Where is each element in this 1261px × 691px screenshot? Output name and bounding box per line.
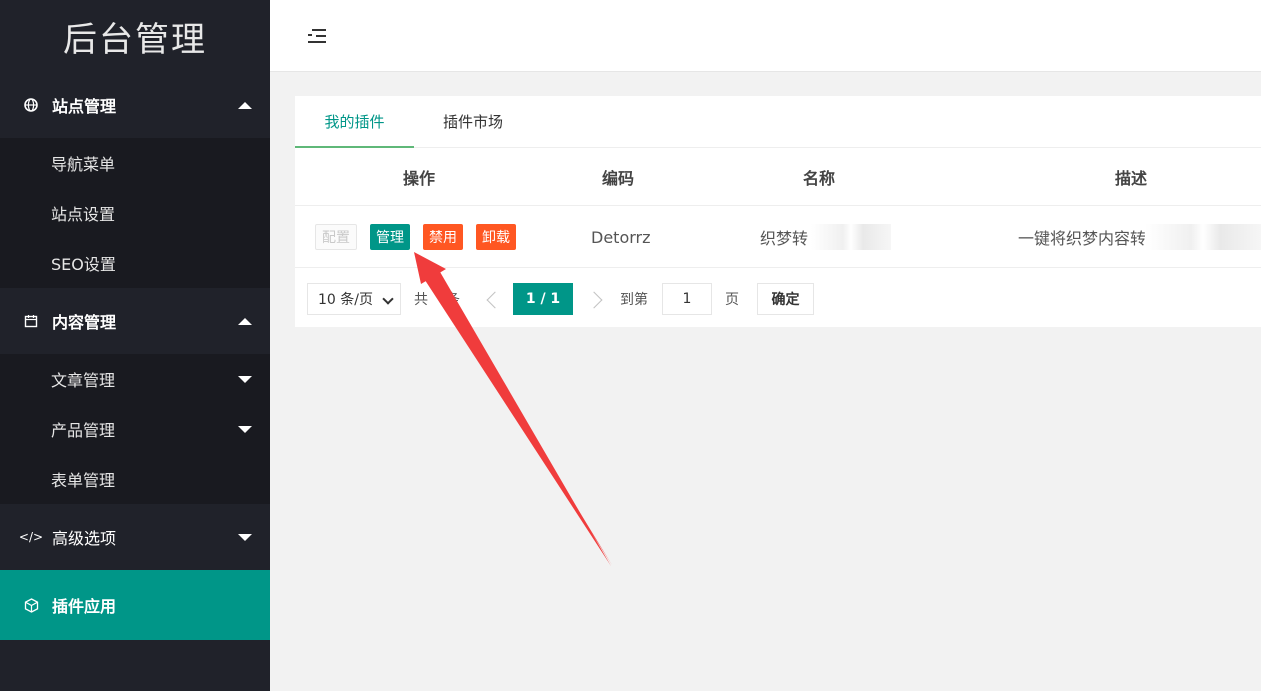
total-suffix: 条 [446, 292, 460, 308]
chevron-down-icon [382, 293, 394, 305]
goto-page-input[interactable]: 1 [662, 283, 712, 315]
table-row: 配置 管理 禁用 卸载 Detorrz 织梦转 一键将织梦内容转 [295, 206, 1261, 268]
pagination: 10 条/页 共 条 1 / 1 到第 1 页 确定 [295, 269, 1261, 327]
sidebar-item-nav-menu[interactable]: 导航菜单 [0, 138, 270, 188]
col-code: 编码 [602, 169, 635, 188]
name-cell: 织梦转 [760, 229, 809, 248]
sidebar: 后台管理 站点管理 导航菜单 站点设置 SEO设置 内容管理 文章管理 产品管理… [0, 0, 270, 691]
confirm-button[interactable]: 确定 [757, 283, 814, 315]
code-cell: Detorrz [591, 227, 651, 247]
plugin-card: 我的插件 插件市场 操作 编码 名称 描述 配置 管理 禁用 卸载 Detorr… [295, 96, 1261, 327]
config-button[interactable]: 配置 [315, 224, 357, 250]
globe-icon [20, 97, 42, 113]
page-size-select[interactable]: 10 条/页 [307, 283, 401, 315]
chevron-down-icon [238, 533, 252, 541]
menu-fold-icon[interactable] [308, 28, 328, 44]
sidebar-item-products[interactable]: 产品管理 [0, 404, 270, 454]
description-cell: 一键将织梦内容转 [1018, 229, 1147, 248]
prev-page-icon[interactable] [486, 291, 504, 309]
sidebar-item-seo-settings[interactable]: SEO设置 [0, 238, 270, 288]
sidebar-group-label: 插件应用 [52, 597, 117, 616]
sidebar-group-label: 内容管理 [52, 313, 117, 332]
current-page-button[interactable]: 1 / 1 [513, 283, 573, 315]
logo: 后台管理 [63, 19, 207, 60]
total-prefix: 共 [414, 292, 428, 308]
col-description: 描述 [1115, 169, 1148, 188]
tab-plugin-market[interactable]: 插件市场 [414, 95, 532, 147]
disable-button[interactable]: 禁用 [423, 224, 463, 250]
sidebar-group-plugins[interactable]: 插件应用 [0, 570, 270, 640]
cube-icon [20, 597, 42, 613]
tab-bar: 我的插件 插件市场 [295, 96, 1261, 148]
manage-button[interactable]: 管理 [370, 224, 410, 250]
col-actions: 操作 [403, 169, 436, 188]
calendar-icon [20, 313, 42, 329]
blurred-region [1145, 224, 1261, 250]
submenu-site: 导航菜单 站点设置 SEO设置 [0, 138, 270, 288]
blurred-region [811, 224, 891, 250]
sidebar-group-label: 站点管理 [52, 97, 117, 116]
tab-my-plugins[interactable]: 我的插件 [295, 95, 414, 148]
action-cell: 配置 管理 禁用 卸载 [315, 206, 516, 268]
next-page-icon[interactable] [585, 291, 603, 309]
sidebar-group-content[interactable]: 内容管理 [0, 288, 270, 354]
submenu-content: 文章管理 产品管理 表单管理 [0, 354, 270, 504]
goto-label: 到第 [620, 292, 648, 308]
sidebar-group-advanced[interactable]: </> 高级选项 [0, 504, 270, 570]
code-icon: </> [18, 530, 44, 544]
sidebar-group-site[interactable]: 站点管理 [0, 72, 270, 138]
sidebar-group-label: 高级选项 [52, 529, 117, 548]
chevron-down-icon [238, 425, 252, 433]
chevron-up-icon [238, 101, 252, 109]
col-name: 名称 [803, 169, 836, 188]
sidebar-item-forms[interactable]: 表单管理 [0, 454, 270, 504]
sidebar-item-site-settings[interactable]: 站点设置 [0, 188, 270, 238]
page-unit: 页 [725, 292, 739, 308]
sidebar-item-articles[interactable]: 文章管理 [0, 354, 270, 404]
table-header: 操作 编码 名称 描述 [295, 148, 1261, 206]
chevron-up-icon [238, 317, 252, 325]
top-header [270, 0, 1261, 72]
chevron-down-icon [238, 375, 252, 383]
uninstall-button[interactable]: 卸载 [476, 224, 516, 250]
